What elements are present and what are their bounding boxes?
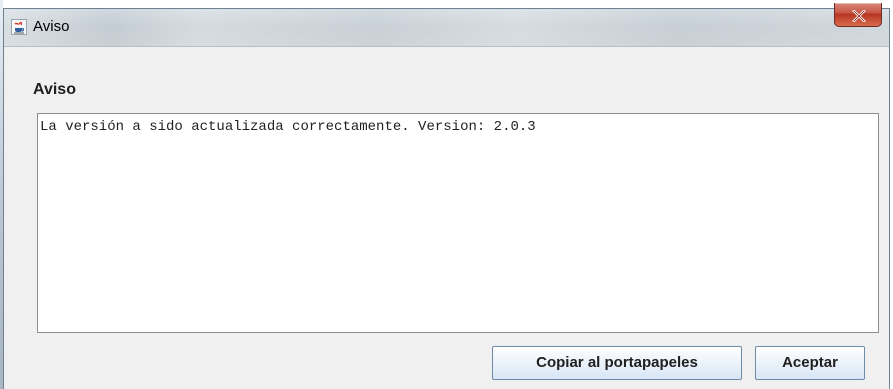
accept-button[interactable]: Aceptar xyxy=(755,346,865,380)
aviso-dialog-window: Aviso Aviso La versión a sido actualizad… xyxy=(3,3,890,389)
close-button[interactable] xyxy=(834,3,882,27)
message-text: La versión a sido actualizada correctame… xyxy=(40,119,536,135)
copy-to-clipboard-button[interactable]: Copiar al portapapeles xyxy=(492,346,742,380)
window-title: Aviso xyxy=(33,18,70,35)
screen: Aviso Aviso La versión a sido actualizad… xyxy=(0,0,893,389)
title-bar[interactable]: Aviso xyxy=(4,3,889,47)
dialog-heading: Aviso xyxy=(33,81,76,98)
message-text-area[interactable]: La versión a sido actualizada correctame… xyxy=(37,113,879,333)
java-cup-icon xyxy=(11,19,27,35)
close-icon xyxy=(852,10,866,22)
